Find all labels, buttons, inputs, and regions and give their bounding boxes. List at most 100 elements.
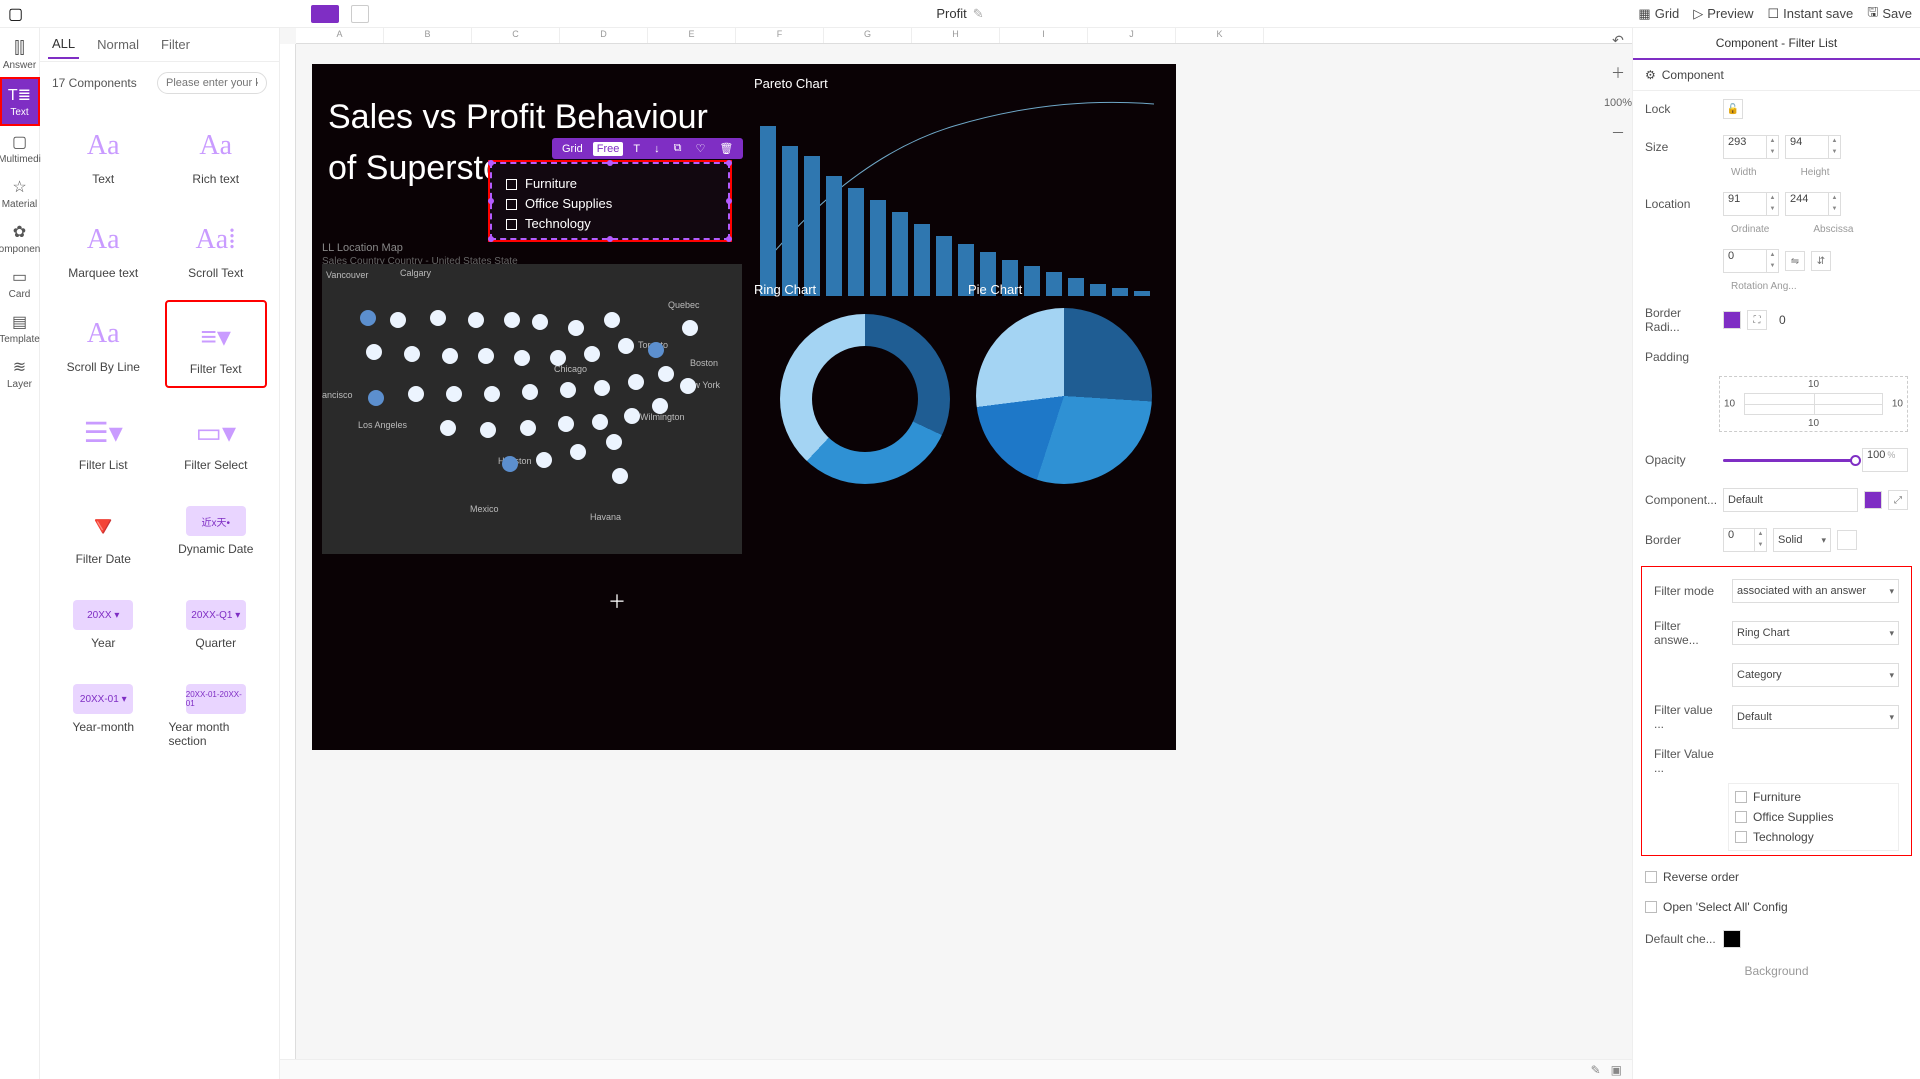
radius-mode-all[interactable] [1723,311,1741,329]
pareto-bar [870,200,886,296]
add-icon[interactable]: ＋ [1611,63,1625,83]
filter-value-source-value: Default [1737,711,1772,723]
height-input[interactable]: 94▲▼ [1785,135,1841,159]
comp-filtertext[interactable]: ≡▾Filter Text [165,300,268,388]
comp-quarter[interactable]: 20XX-Q1 ▾Quarter [165,586,268,660]
undo-icon[interactable]: ↶ [1612,32,1624,49]
comp-filterselect[interactable]: ▭▾Filter Select [165,398,268,482]
settings-icon[interactable]: ▣ [1611,1063,1622,1077]
rail-card[interactable]: ▭Card [0,261,40,306]
pie-chart [976,308,1152,484]
rotation-input[interactable]: 0▲▼ [1723,249,1779,273]
comp-filterdate[interactable]: 🔻Filter Date [52,492,155,576]
mobile-preset-button[interactable] [351,5,369,23]
tab-filter[interactable]: Filter [157,31,194,58]
comp-dynamicdate[interactable]: 近x天•Dynamic Date [165,492,268,576]
selectall-checkbox[interactable] [1645,901,1657,913]
component-count: 17 Components [52,76,137,90]
opacity-input[interactable]: 100% [1862,448,1908,472]
radius-mode-each[interactable]: ⛶ [1747,310,1767,330]
rail-text[interactable]: T≣Text [0,77,40,126]
flip-v-button[interactable]: ⇵ [1811,251,1831,271]
filter-value-source-select[interactable]: Default▾ [1732,705,1899,729]
rail-component[interactable]: ✿omponen [0,216,40,261]
comp-scrollbyline[interactable]: AaScroll By Line [52,300,155,388]
component-style-select[interactable]: Default [1723,488,1858,512]
edit-title-icon[interactable]: ✎ [973,6,984,22]
comp-marquee[interactable]: AaMarquee text [52,206,155,290]
comp-yearmonth[interactable]: 20XX-01 ▾Year-month [52,670,155,758]
rail-material[interactable]: ☆Material [0,171,40,216]
padding-editor[interactable]: 10 10 10 10 [1719,376,1908,432]
comp-ymsection[interactable]: 20XX-01-20XX-01Year month section [165,670,268,758]
filter-checkbox[interactable] [506,219,517,230]
filter-config-section: Filter mode associated with an answer▾ F… [1641,566,1912,856]
filter-checkbox[interactable] [506,199,517,210]
component-panel: ALL Normal Filter 17 Components AaText A… [40,28,280,1079]
ordinate-input[interactable]: 91▲▼ [1723,192,1779,216]
zoom-level[interactable]: 100% [1604,97,1632,109]
comp-year[interactable]: 20XX ▾Year [52,586,155,660]
filter-value-checkbox[interactable] [1735,831,1747,843]
rail-answer[interactable]: ⫿⫿Answer [0,34,40,77]
move-down-icon[interactable]: ↓ [650,142,664,156]
layout-grid-button[interactable]: Grid [558,142,587,156]
reverse-checkbox[interactable] [1645,871,1657,883]
default-checked-swatch[interactable] [1723,930,1741,948]
align-top-icon[interactable]: T [629,142,644,156]
grid-button[interactable]: ▦ Grid [1638,6,1679,22]
desktop-preset-button[interactable] [311,5,339,23]
city-label: Quebec [668,300,700,310]
border-label: Border [1645,533,1717,547]
filter-category-select[interactable]: Category▾ [1732,663,1899,687]
layout-free-button[interactable]: Free [593,142,624,156]
copy-icon[interactable]: ⧉ [670,141,686,156]
rail-layer[interactable]: ≋Layer [0,351,40,396]
border-color-swatch[interactable] [1837,530,1857,550]
comp-filterlist-label: Filter List [79,458,128,472]
save-button[interactable]: 🖫 Save [1867,3,1912,25]
edit-icon[interactable]: ✎ [1591,1063,1601,1077]
style-expand-icon[interactable]: ⤢ [1888,490,1908,510]
dashboard-canvas[interactable]: Sales vs Profit Behaviour of Superstore … [312,64,1176,750]
map-title: LL Location Map [322,242,403,254]
rail-component-label: omponen [0,244,40,255]
user-icon[interactable]: ♡ [692,141,710,156]
filter-value-checkbox[interactable] [1735,811,1747,823]
width-input[interactable]: 293▲▼ [1723,135,1779,159]
filter-answer-select[interactable]: Ring Chart▾ [1732,621,1899,645]
comp-filterlist[interactable]: ☰▾Filter List [52,398,155,482]
abscissa-input[interactable]: 244▲▼ [1785,192,1841,216]
minus-icon[interactable]: － [1611,123,1625,143]
comp-scrolltext[interactable]: Aa⁞Scroll Text [165,206,268,290]
rail-answer-label: Answer [3,60,36,71]
search-input[interactable] [157,72,267,94]
filter-item-label: Furniture [525,174,577,194]
comp-text[interactable]: AaText [52,112,155,196]
layer-icon: ≋ [13,357,26,377]
filter-list-component[interactable]: Grid Free T ↓ ⧉ ♡ 🗑 Furniture Office Sup… [490,162,730,240]
preview-button[interactable]: ▷ Preview [1693,6,1753,22]
tab-normal[interactable]: Normal [93,31,143,58]
filter-mode-select[interactable]: associated with an answer▾ [1732,579,1899,603]
rail-material-label: Material [2,199,38,210]
delete-icon[interactable]: 🗑 [715,141,737,156]
opacity-slider[interactable] [1723,459,1856,462]
instant-save-toggle[interactable]: ☐ Instant save [1768,6,1854,22]
lock-toggle[interactable]: 🔓 [1723,99,1743,119]
flip-h-button[interactable]: ⇋ [1785,251,1805,271]
style-swatch[interactable] [1864,491,1882,509]
border-style-select[interactable]: Solid▾ [1773,528,1831,552]
opacity-value: 100 [1867,449,1885,461]
tab-all[interactable]: ALL [48,30,79,59]
filter-checkbox[interactable] [506,179,517,190]
pareto-chart [754,96,1164,296]
tab-component-props[interactable]: ⚙ Component [1633,60,1920,91]
border-width-input[interactable]: 0▲▼ [1723,528,1767,552]
ordinate-sublabel: Ordinate [1731,224,1769,235]
comp-richtext[interactable]: AaRich text [165,112,268,196]
filter-value-checkbox[interactable] [1735,791,1747,803]
comp-yearmonth-thumb: 20XX-01 ▾ [73,684,133,714]
rail-template[interactable]: ▤Template [0,306,40,351]
rail-multimedia[interactable]: ▢Multimedi [0,126,40,171]
